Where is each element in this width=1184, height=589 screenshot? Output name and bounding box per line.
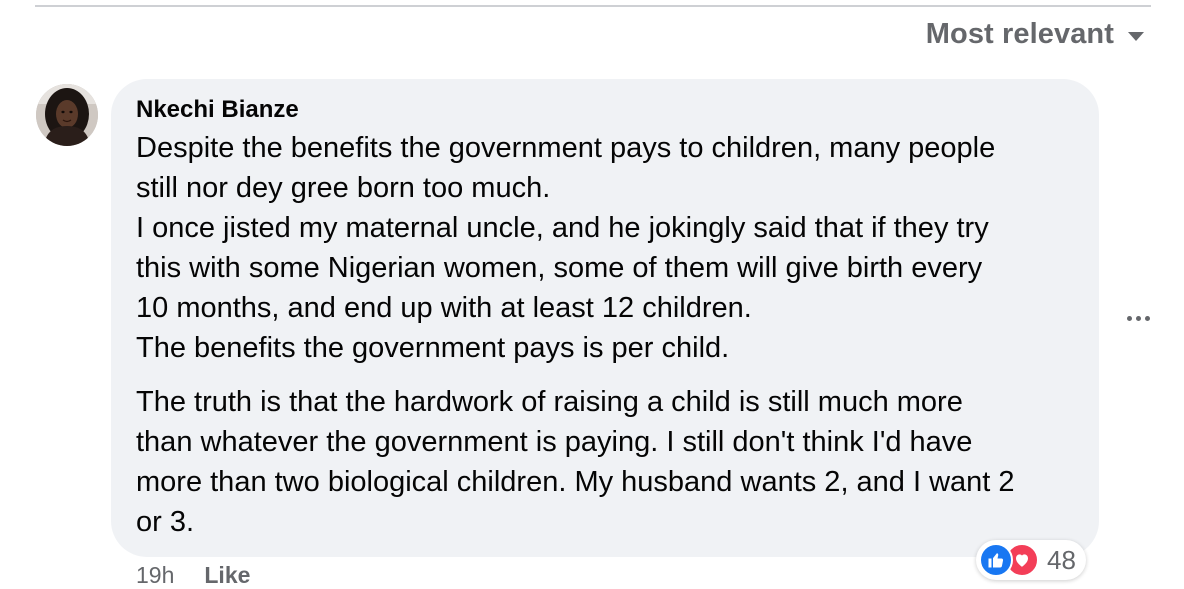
comment-author[interactable]: Nkechi Bianze: [136, 96, 299, 124]
avatar-image: [36, 84, 98, 146]
avatar[interactable]: [36, 84, 98, 146]
reactions-summary[interactable]: 48: [976, 540, 1086, 580]
comment-line: 10 months, and end up with at least 12 c…: [136, 292, 752, 324]
comment-line: still nor dey gree born too much.: [136, 172, 551, 204]
comment-timestamp[interactable]: 19h: [136, 562, 174, 589]
sort-label: Most relevant: [925, 18, 1114, 50]
comment-line: this with some Nigerian women, some of t…: [136, 252, 983, 284]
top-divider: [35, 5, 1151, 7]
more-options-button[interactable]: [1123, 304, 1153, 332]
comment-line: The benefits the government pays is per …: [136, 332, 730, 364]
more-dot-icon: [1135, 315, 1141, 321]
comment-body: Despite the benefits the government pays…: [136, 128, 1073, 542]
more-dot-icon: [1144, 315, 1150, 321]
like-button[interactable]: Like: [204, 562, 250, 589]
comment-line: Despite the benefits the government pays…: [136, 132, 996, 164]
comment-line: or 3.: [136, 506, 195, 538]
comment-line: The truth is that the hardwork of raisin…: [136, 386, 963, 418]
caret-down-icon: [1128, 32, 1144, 41]
comment-line: than whatever the government is paying. …: [136, 426, 973, 458]
more-dot-icon: [1126, 315, 1132, 321]
comment-paragraph: The truth is that the hardwork of raisin…: [136, 382, 1073, 542]
like-icon: [979, 543, 1013, 577]
comment-line: I once jisted my maternal uncle, and he …: [136, 212, 989, 244]
comment-paragraph: Despite the benefits the government pays…: [136, 128, 1073, 368]
comment-bubble: Nkechi Bianze Despite the benefits the g…: [111, 79, 1099, 557]
comment-meta: 19h Like: [136, 562, 250, 589]
reaction-count: 48: [1047, 544, 1076, 575]
sort-dropdown[interactable]: Most relevant: [926, 18, 1144, 51]
comment-line: more than two biological children. My hu…: [136, 466, 1015, 498]
